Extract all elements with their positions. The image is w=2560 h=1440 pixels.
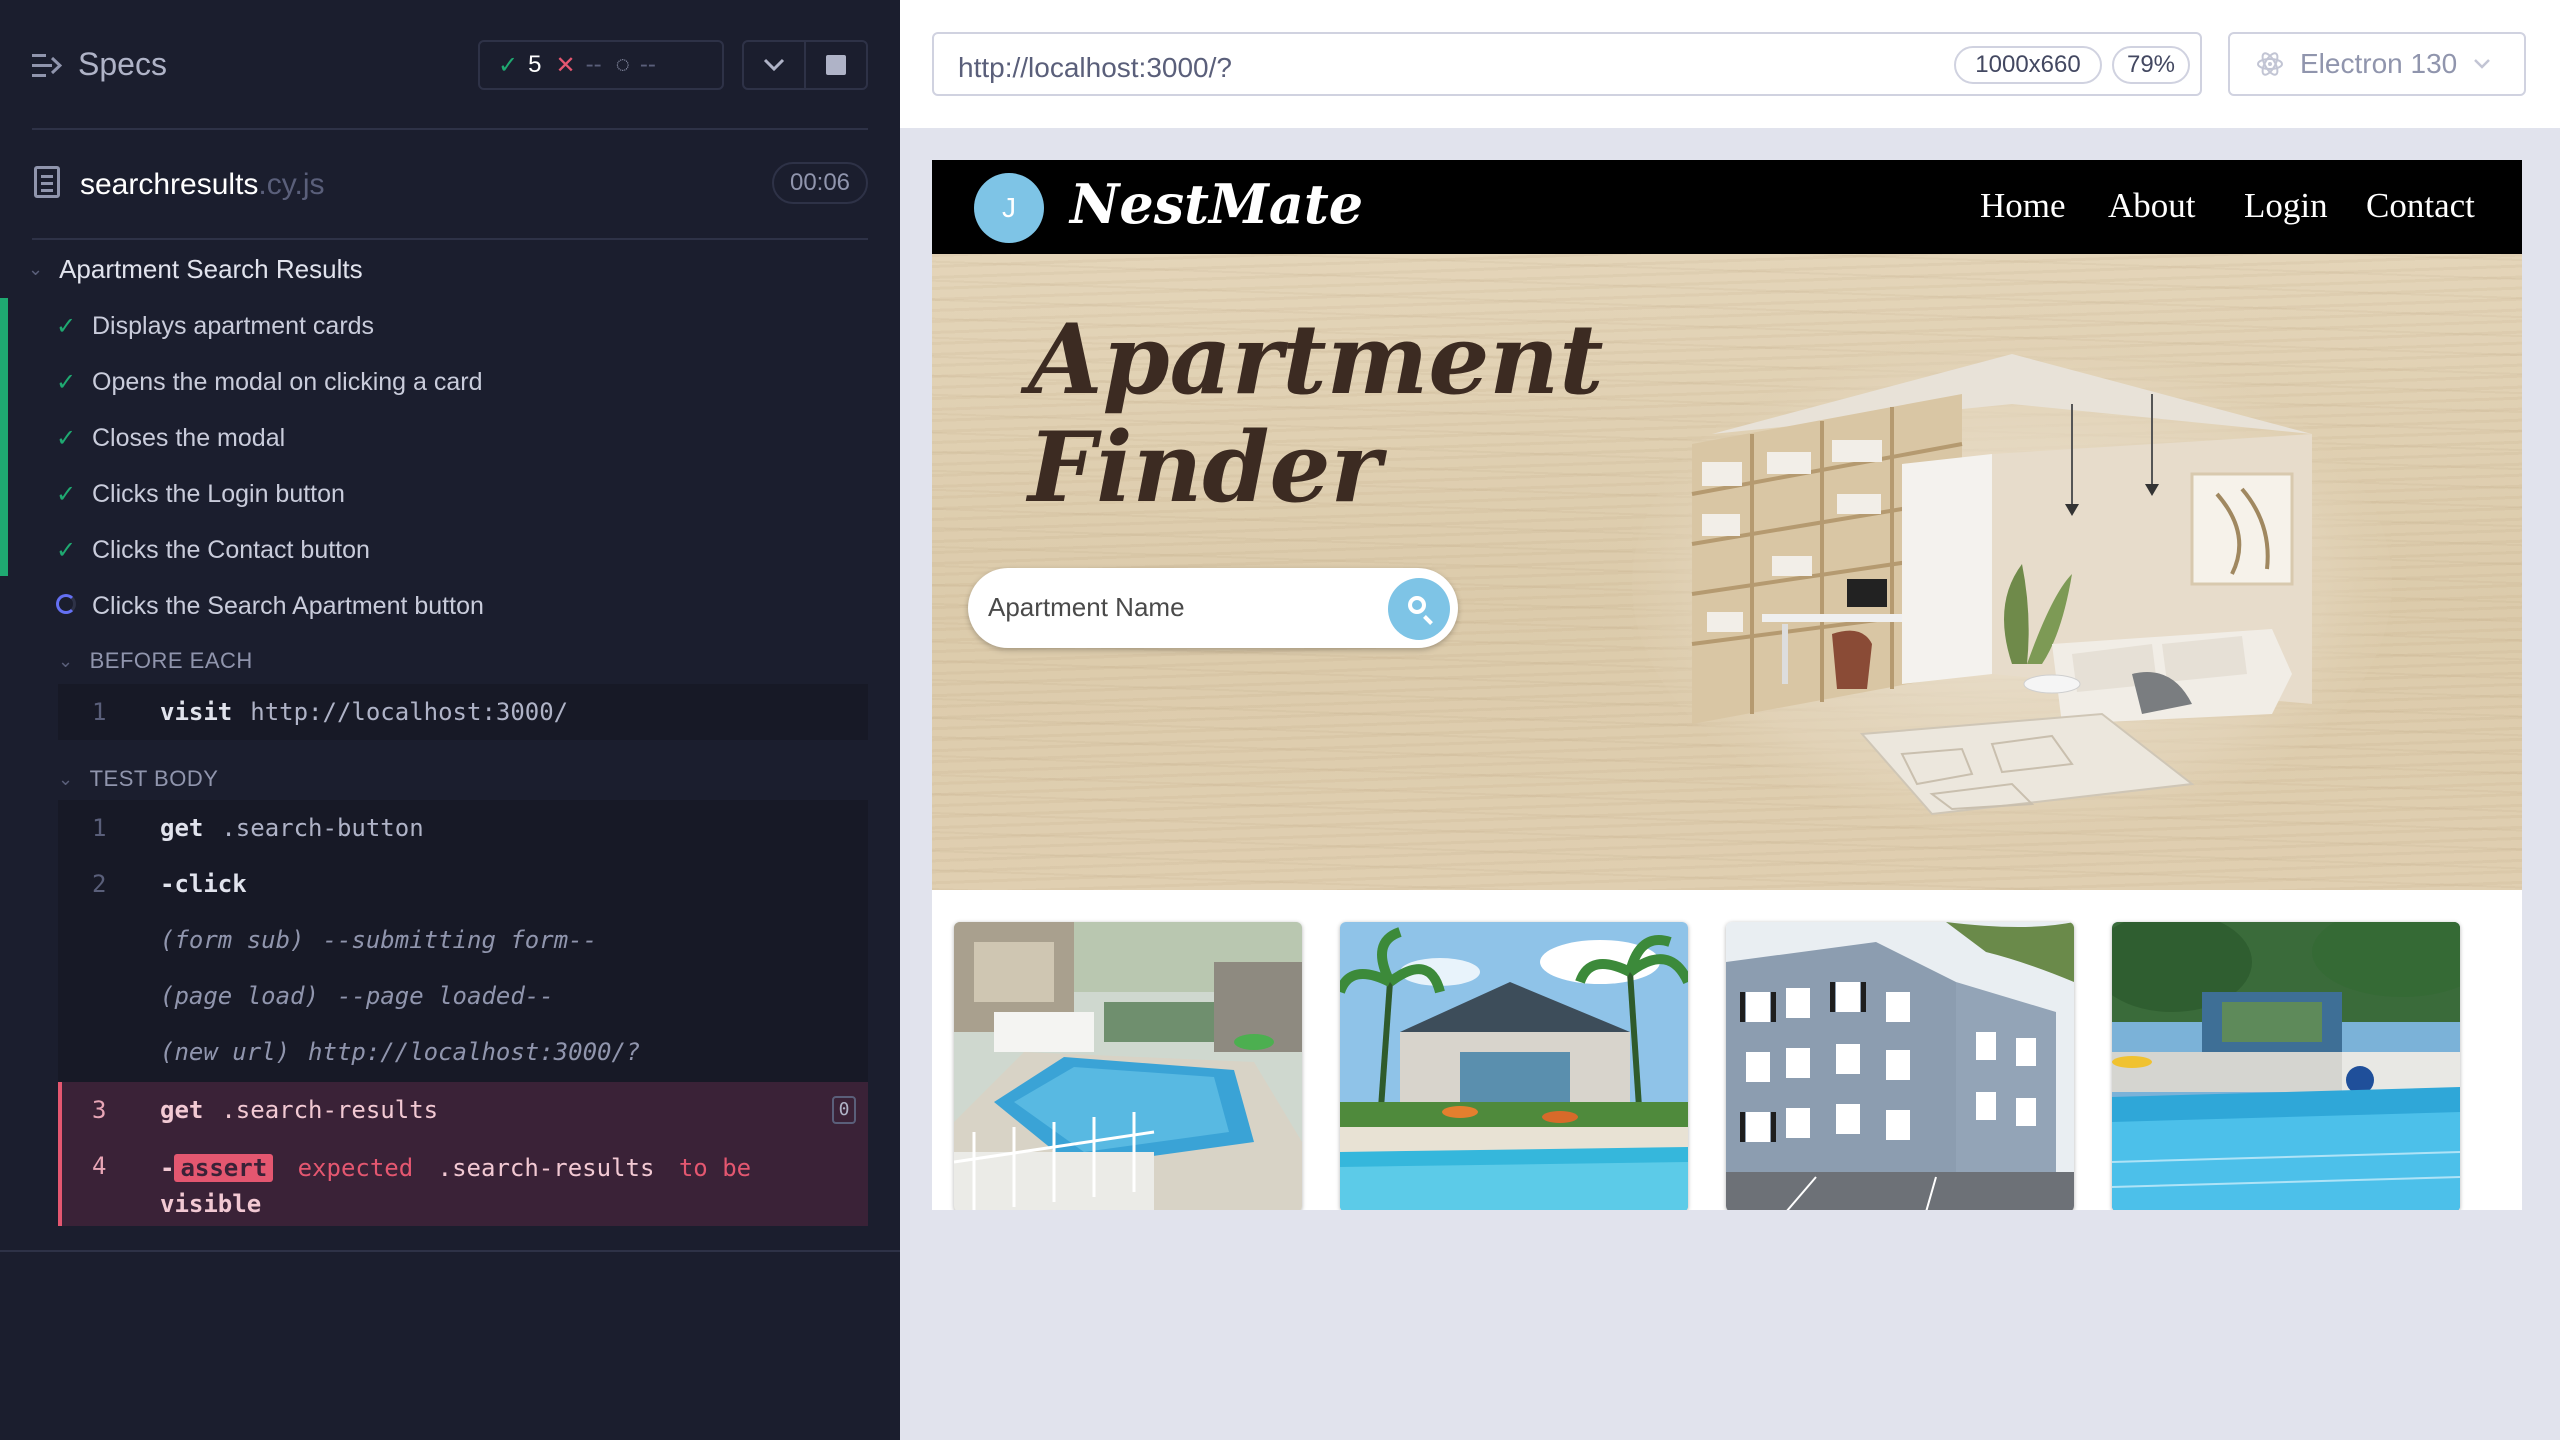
living-room-illustration <box>1632 344 2392 834</box>
nav-contact-link[interactable]: Contact <box>2366 186 2475 226</box>
electron-icon <box>2257 52 2283 76</box>
spec-file-name: searchresults.cy.js <box>80 168 325 201</box>
test-item[interactable]: ✓ Opens the modal on clicking a card <box>56 368 483 397</box>
apartment-card[interactable] <box>954 922 1302 1210</box>
x-icon: ✕ <box>555 51 576 79</box>
url-field[interactable]: http://localhost:3000/? 1000x660 79% <box>932 32 2202 96</box>
failed-count: ✕ -- <box>555 51 602 79</box>
divider <box>32 128 868 130</box>
chevron-down-icon: ⌄ <box>28 259 44 279</box>
document-icon <box>34 166 60 198</box>
apartment-card[interactable] <box>1340 922 1688 1210</box>
divider <box>32 238 868 240</box>
command-log-panel: Specs ✓ 5 ✕ -- ◌ -- searchresults.cy.js … <box>0 0 900 1440</box>
apartment-search-form: Apartment Name <box>968 568 1458 648</box>
nav-login-link[interactable]: Login <box>2244 186 2328 226</box>
site-navbar: J NestMate Home About Login Contact <box>932 160 2522 254</box>
test-item[interactable]: ✓ Closes the modal <box>56 424 285 453</box>
apartment-search-input[interactable]: Apartment Name <box>988 592 1185 623</box>
run-controls <box>742 40 868 90</box>
test-stats: ✓ 5 ✕ -- ◌ -- <box>478 40 724 90</box>
collapse-all-button[interactable] <box>744 42 804 88</box>
user-avatar[interactable]: J <box>974 173 1044 243</box>
hero-banner: Apartment Finder Apartment Name <box>932 254 2522 890</box>
test-item[interactable]: ✓ Clicks the Login button <box>56 480 345 509</box>
zoom-badge[interactable]: 79% <box>2112 46 2190 84</box>
command-list: 1 visit http://localhost:3000/ <box>58 684 868 740</box>
check-icon: ✓ <box>56 313 77 340</box>
chevron-down-icon <box>2474 59 2491 69</box>
test-item-running[interactable]: Clicks the Search Apartment button <box>56 592 484 621</box>
hero-title: Apartment Finder <box>1028 303 1604 524</box>
stop-icon <box>826 55 846 75</box>
running-spinner-icon <box>56 593 76 614</box>
site-logo[interactable]: NestMate <box>1070 172 1363 236</box>
check-icon: ✓ <box>498 51 519 79</box>
chevron-down-icon: ⌄ <box>58 650 74 671</box>
chevron-down-icon <box>763 58 785 72</box>
reporter-header: Specs ✓ 5 ✕ -- ◌ -- <box>0 0 900 130</box>
app-preview-panel: http://localhost:3000/? 1000x660 79% Ele… <box>900 0 2560 1440</box>
event-row[interactable]: (form sub) --submitting form-- <box>58 912 868 968</box>
test-item[interactable]: ✓ Displays apartment cards <box>56 312 374 341</box>
command-row-failed[interactable]: 3 get .search-results 0 <box>62 1082 868 1138</box>
nav-home-link[interactable]: Home <box>1980 186 2066 226</box>
spec-file-row[interactable]: searchresults.cy.js 00:06 <box>0 150 900 216</box>
check-icon: ✓ <box>56 425 77 452</box>
apartment-card[interactable] <box>2112 922 2460 1210</box>
check-icon: ✓ <box>56 537 77 564</box>
command-row[interactable]: 1 visit http://localhost:3000/ <box>58 684 868 740</box>
nestmate-site: J NestMate Home About Login Contact Apar… <box>932 160 2522 1210</box>
assert-tag: assert <box>174 1154 274 1182</box>
command-row[interactable]: 2 -click <box>58 856 868 912</box>
apartment-cards <box>932 890 2522 1210</box>
check-icon: ✓ <box>56 369 77 396</box>
stop-button[interactable] <box>804 42 866 88</box>
command-list: 1 get .search-button 2 -click (form sub) -… <box>58 800 868 1082</box>
event-row[interactable]: (page load) --page loaded-- <box>58 968 868 1024</box>
pending-count: ◌ -- <box>615 51 656 78</box>
test-item[interactable]: ✓ Clicks the Contact button <box>56 536 370 565</box>
apartment-card[interactable] <box>1726 922 2074 1210</box>
spec-duration: 00:06 <box>772 162 868 204</box>
viewport-size-badge[interactable]: 1000x660 <box>1954 46 2102 84</box>
divider <box>0 1250 900 1252</box>
specs-title[interactable]: Specs <box>78 46 167 83</box>
pending-circle-icon: ◌ <box>615 51 630 78</box>
before-each-hook[interactable]: ⌄ BEFORE EACH <box>58 648 253 674</box>
command-row[interactable]: 1 get .search-button <box>58 800 868 856</box>
element-count-badge: 0 <box>832 1096 856 1124</box>
nav-about-link[interactable]: About <box>2108 186 2196 226</box>
suite-title[interactable]: ⌄ Apartment Search Results <box>28 254 363 285</box>
chevron-down-icon: ⌄ <box>58 768 74 789</box>
search-button[interactable] <box>1388 578 1450 640</box>
check-icon: ✓ <box>56 481 77 508</box>
assert-message: - assert expected .search-results to be v… <box>160 1154 752 1218</box>
event-row[interactable]: (new url) http://localhost:3000/? <box>58 1024 868 1080</box>
failed-command-block: 3 get .search-results 0 4 - assert expecte… <box>58 1082 868 1226</box>
specs-list-icon[interactable] <box>32 52 62 80</box>
passed-count: ✓ 5 <box>498 51 542 79</box>
browser-selector[interactable]: Electron 130 <box>2228 32 2526 96</box>
passed-indicator-bar <box>0 298 8 576</box>
aut-url-bar: http://localhost:3000/? 1000x660 79% Ele… <box>900 0 2560 128</box>
test-body-hook[interactable]: ⌄ TEST BODY <box>58 766 218 792</box>
search-icon <box>1408 596 1426 614</box>
